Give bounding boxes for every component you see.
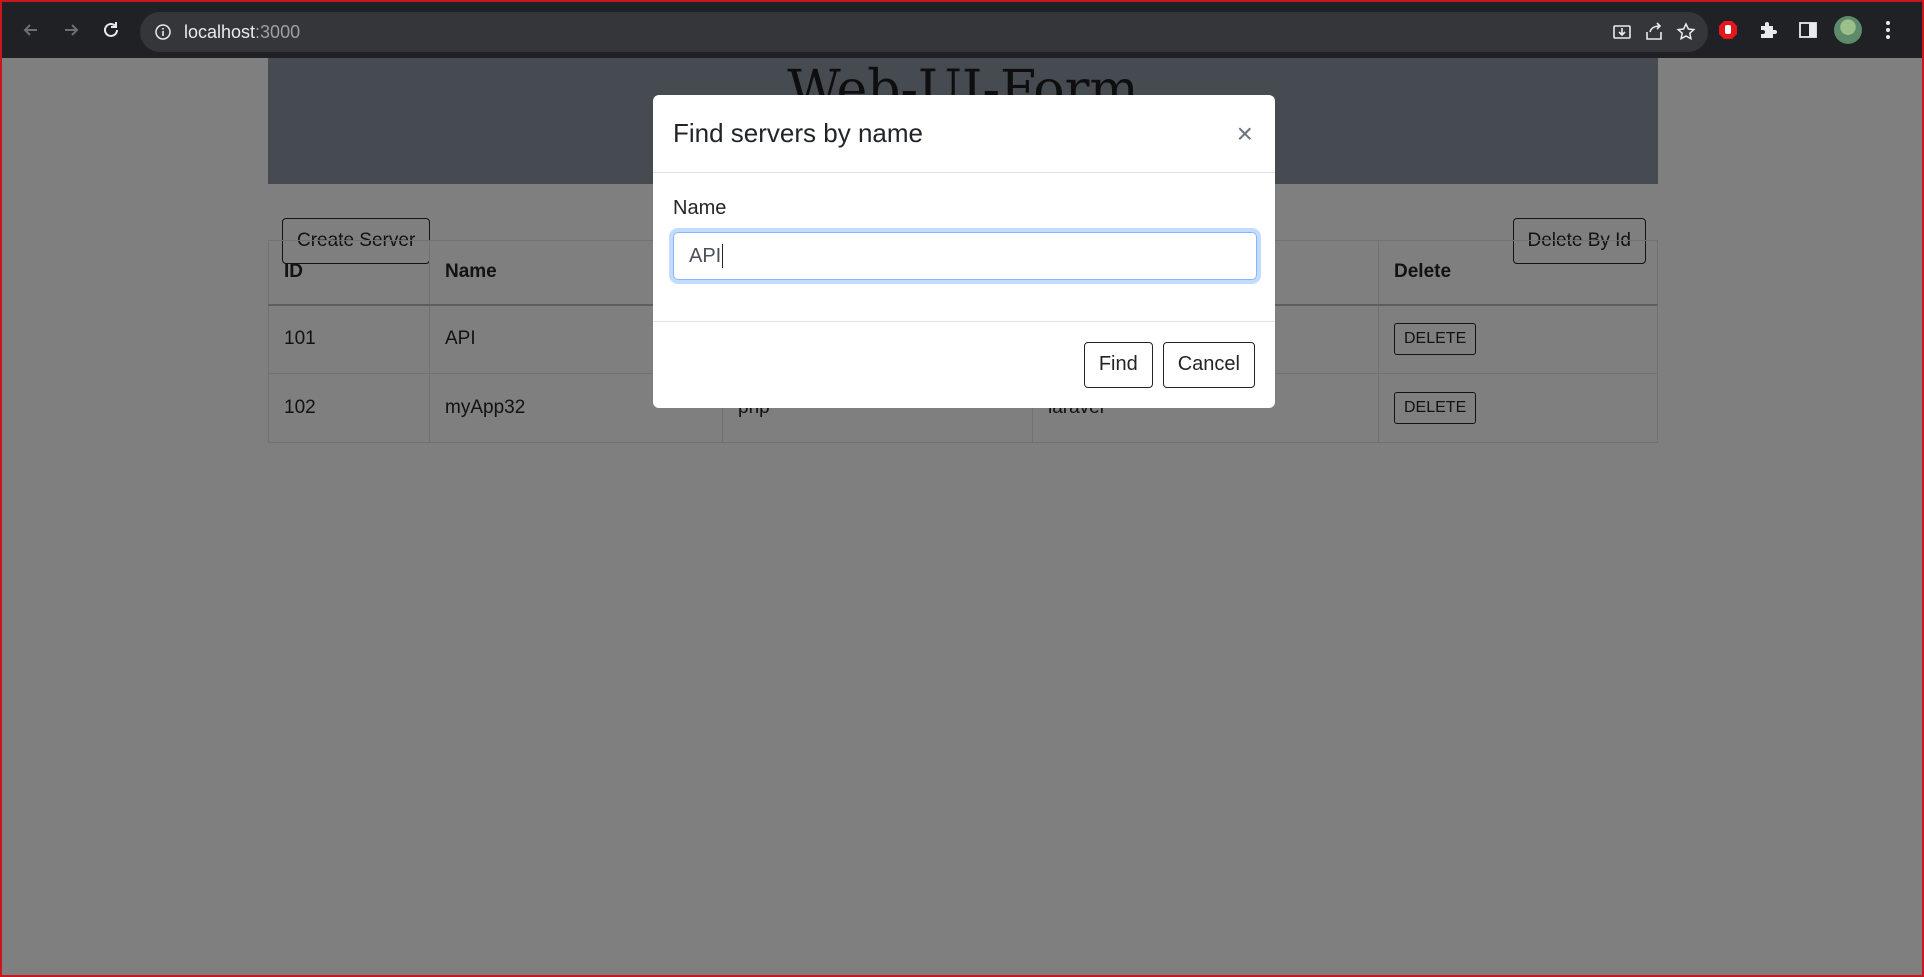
avatar	[1834, 16, 1862, 44]
cancel-button[interactable]: Cancel	[1162, 341, 1255, 388]
text-caret	[722, 244, 724, 268]
close-icon[interactable]: ×	[1235, 119, 1255, 148]
name-input-value: API	[689, 244, 722, 267]
name-field-label: Name	[673, 197, 727, 219]
profile-avatar[interactable]	[1832, 10, 1864, 50]
star-icon[interactable]	[1674, 20, 1698, 44]
kebab-menu-icon[interactable]	[1872, 10, 1904, 50]
modal-title: Find servers by name	[673, 118, 923, 148]
arrow-left-icon	[23, 24, 37, 36]
puzzle-icon[interactable]	[1752, 10, 1784, 50]
url-port: :3000	[255, 21, 301, 42]
reload-icon	[104, 22, 118, 37]
install-icon[interactable]	[1610, 20, 1634, 44]
stop-hand-icon[interactable]	[1712, 10, 1744, 50]
side-panel-icon[interactable]	[1792, 10, 1824, 50]
info-icon[interactable]	[154, 23, 172, 41]
modal-body: Name API	[653, 173, 1275, 322]
modal-header: Find servers by name ×	[653, 95, 1275, 173]
find-servers-modal: Find servers by name × Name API Find Can…	[653, 95, 1275, 408]
arrow-right-icon	[65, 24, 79, 36]
browser-toolbar: localhost:3000	[2, 2, 1922, 58]
reload-button[interactable]	[91, 10, 131, 50]
modal-footer: Find Cancel	[653, 322, 1275, 407]
find-button[interactable]: Find	[1083, 341, 1153, 388]
share-icon[interactable]	[1642, 20, 1666, 44]
name-input[interactable]: API	[673, 232, 1257, 280]
forward-button[interactable]	[51, 10, 91, 50]
back-button[interactable]	[11, 10, 51, 50]
url-host: localhost	[184, 21, 256, 42]
address-bar[interactable]: localhost:3000	[140, 12, 1708, 52]
